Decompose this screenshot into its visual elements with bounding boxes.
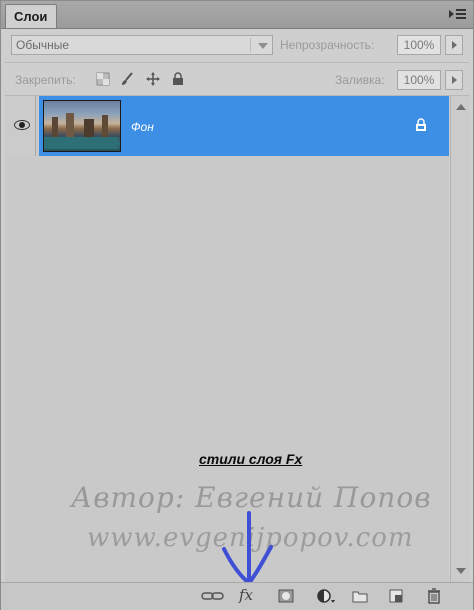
lock-move-icon[interactable]: [146, 72, 160, 86]
trash-icon[interactable]: [425, 587, 443, 605]
scroll-down-icon[interactable]: [456, 568, 466, 574]
new-layer-icon[interactable]: [387, 587, 405, 605]
panel-menu-icon[interactable]: [449, 7, 467, 21]
layers-panel: Слои Обычные Непрозрачность: 100% Закреп…: [0, 0, 474, 610]
layer-name: Фон: [131, 120, 154, 134]
layer-visibility-toggle[interactable]: [5, 96, 36, 156]
fill-label: Заливка:: [335, 73, 385, 87]
eye-icon: [14, 120, 30, 130]
lock-row: Закрепить: Заливка: 100%: [1, 63, 473, 95]
blend-mode-select[interactable]: Обычные: [11, 35, 273, 55]
layers-footer: fx: [1, 582, 473, 610]
fill-stepper[interactable]: [445, 70, 463, 90]
layer-lock-icon: [416, 118, 426, 131]
lock-all-icon[interactable]: [171, 72, 185, 86]
lock-label: Закрепить:: [15, 73, 76, 87]
lock-paint-icon[interactable]: [120, 72, 134, 86]
opacity-input[interactable]: 100%: [397, 35, 441, 55]
scroll-up-icon[interactable]: [456, 104, 466, 110]
layer-thumbnail: [43, 100, 121, 152]
lock-transparent-icon[interactable]: [96, 72, 110, 86]
opacity-stepper[interactable]: [445, 35, 463, 55]
dropdown-separator: [250, 38, 251, 52]
link-layers-icon[interactable]: [200, 587, 226, 605]
blend-mode-value: Обычные: [16, 38, 70, 52]
chevron-down-icon: [258, 43, 268, 49]
opacity-label: Непрозрачность:: [280, 38, 375, 52]
annotation-caption: стили слоя Fx: [199, 451, 303, 467]
watermark-author: Автор: Евгений Попов: [71, 481, 432, 514]
layer-mask-icon[interactable]: [277, 587, 295, 605]
adjustment-layer-icon[interactable]: [315, 587, 337, 605]
new-group-icon[interactable]: [351, 587, 369, 605]
blend-row: Обычные Непрозрачность: 100%: [1, 29, 473, 61]
panel-tabbar: Слои: [1, 1, 473, 29]
annotation-arrow: [222, 511, 273, 585]
layers-scrollbar[interactable]: [450, 96, 470, 582]
fill-input[interactable]: 100%: [397, 70, 441, 90]
fx-icon[interactable]: fx: [239, 586, 253, 604]
tab-layers[interactable]: Слои: [5, 4, 57, 28]
